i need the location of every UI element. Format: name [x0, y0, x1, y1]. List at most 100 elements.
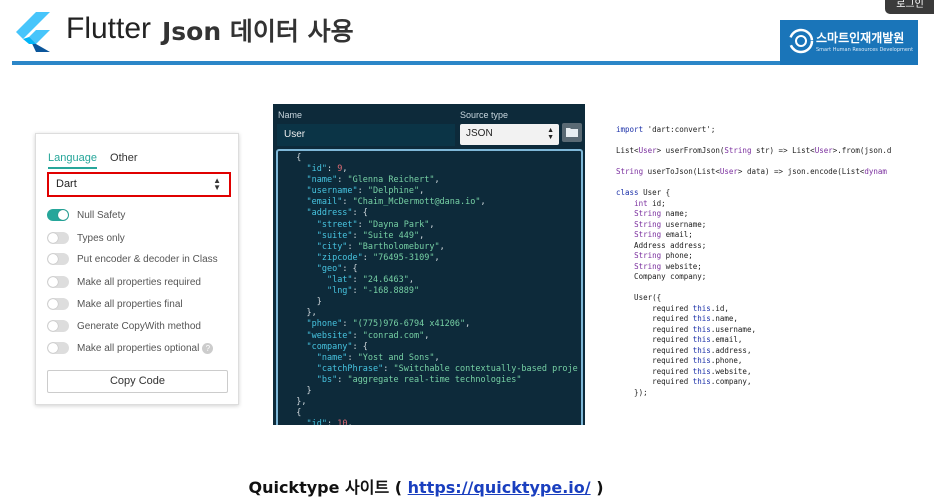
option-optional[interactable]: Make all properties optional ? — [47, 341, 214, 355]
json-editor-panel: Name Source type User JSON ▲ ▼ { "id": 9,… — [273, 104, 585, 425]
json-code-line: "catchPhrase": "Switchable contextually-… — [316, 363, 578, 374]
json-code-line: "username": "Delphine", — [306, 186, 425, 197]
option-label: Make all properties final — [77, 298, 183, 310]
toggle-switch[interactable] — [47, 209, 69, 221]
json-code-line: { — [286, 153, 302, 163]
toggle-switch[interactable] — [47, 342, 69, 354]
json-code-line: } — [286, 297, 322, 308]
toggle-switch[interactable] — [47, 232, 69, 244]
copy-code-button[interactable]: Copy Code — [47, 370, 228, 393]
tab-language[interactable]: Language — [48, 152, 97, 169]
json-code-line: "id": 9, — [306, 164, 348, 175]
option-label: Make all properties required — [77, 276, 201, 288]
source-type-label: Source type — [460, 110, 509, 120]
json-code-line: "website": "conrad.com", — [306, 330, 430, 341]
language-select[interactable]: Dart ▲ ▼ — [47, 172, 231, 197]
dart-code-line: required this.id, — [616, 303, 729, 313]
name-input[interactable]: User — [277, 124, 455, 146]
dart-code-line: int id; — [634, 198, 666, 208]
quicktype-link[interactable]: https://quicktype.io/ — [408, 478, 591, 497]
page-title: Json 데이터 사용 — [162, 17, 354, 46]
flutter-wordmark: Flutter — [66, 12, 152, 45]
brand-name: 스마트인재개발원 — [816, 31, 905, 45]
dart-code-line — [616, 157, 908, 168]
option-label: Generate CopyWith method — [77, 320, 201, 332]
open-file-button[interactable] — [562, 123, 582, 142]
json-code-line: "email": "Chaim_McDermott@dana.io", — [306, 197, 486, 208]
flutter-logo-icon — [16, 12, 50, 52]
dart-code-line: required this.email, — [616, 335, 743, 344]
json-code-line: }, — [286, 397, 307, 408]
dart-code-line: String phone; — [634, 251, 693, 260]
option-final[interactable]: Make all properties final — [47, 297, 183, 311]
name-label: Name — [278, 110, 303, 120]
json-code-line: "phone": "(775)976-6794 x41206", — [306, 319, 471, 330]
dart-code-line — [616, 283, 908, 294]
brand-subtitle: Smart Human Resources Development — [816, 47, 914, 53]
source-type-select[interactable]: JSON ▲ ▼ — [460, 124, 559, 145]
login-button[interactable]: 로그인 — [885, 0, 934, 14]
json-code-line: "geo": { — [316, 263, 358, 274]
dart-code-line: required this.name, — [616, 314, 738, 323]
help-icon[interactable]: ? — [202, 342, 214, 354]
json-code-line: "zipcode": "76495-3109", — [316, 252, 440, 263]
option-label: Types only — [77, 232, 125, 244]
dart-code-line: class User { — [616, 188, 671, 197]
option-types-only[interactable]: Types only — [47, 231, 125, 245]
caption-close: ) — [590, 478, 604, 497]
dart-code-line: String name; — [634, 209, 689, 218]
dart-code-line: User({ — [616, 293, 662, 302]
option-null-safety[interactable]: Null Safety — [47, 208, 125, 222]
toggle-switch[interactable] — [47, 298, 69, 310]
option-label: Make all properties optional — [77, 342, 200, 354]
json-code-line: "city": "Bartholomebury", — [316, 241, 445, 252]
option-required[interactable]: Make all properties required — [47, 275, 201, 289]
tab-other[interactable]: Other — [110, 152, 138, 167]
dart-code-line: Company company; — [616, 272, 707, 281]
json-code-line: } — [286, 385, 312, 396]
brand-logo: 스마트인재개발원 Smart Human Resources Developme… — [780, 20, 918, 65]
dart-code-line: required this.company, — [616, 377, 752, 386]
json-code-line: "name": "Yost and Sons", — [316, 352, 440, 363]
dart-code-line: String website; — [634, 261, 702, 271]
select-arrows-icon: ▲ ▼ — [213, 176, 221, 192]
toggle-switch[interactable] — [47, 320, 69, 332]
dart-code-line — [616, 136, 908, 147]
json-code-line: "bs": "aggregate real-time technologies" — [316, 374, 522, 385]
toggle-switch[interactable] — [47, 253, 69, 265]
option-label: Null Safety — [77, 209, 126, 221]
dart-code-line: import 'dart:convert'; — [616, 125, 716, 134]
json-code-line: "address": { — [306, 208, 368, 219]
dart-code-line: required this.phone, — [616, 356, 743, 365]
json-code-line: "lat": "24.6463", — [326, 275, 414, 286]
dart-output-panel: import 'dart:convert'; List<User> userFr… — [616, 125, 908, 415]
dart-code-line — [616, 178, 908, 189]
json-code-line: "lng": "-168.8889" — [326, 286, 420, 297]
dart-code-line: }); — [616, 387, 648, 397]
option-label: Put encoder & decoder in Class — [77, 253, 218, 265]
dart-code-line: required this.username, — [616, 324, 756, 334]
json-code-line: "name": "Glenna Reichert", — [306, 175, 440, 186]
caption-text: Quicktype 사이트 ( — [248, 478, 408, 497]
option-encoder-decoder[interactable]: Put encoder & decoder in Class — [47, 252, 218, 266]
folder-icon — [566, 128, 578, 137]
settings-tabs: Language Other — [48, 146, 146, 169]
json-code-line: { — [286, 408, 302, 419]
select-arrows-icon: ▲ ▼ — [547, 127, 554, 141]
option-copywith[interactable]: Generate CopyWith method — [47, 319, 201, 333]
dart-code-line: List<User> userFromJson(String str) => L… — [616, 146, 892, 155]
dart-code-line: required this.website, — [616, 366, 752, 376]
slide-caption: Quicktype 사이트 ( https://quicktype.io/ ) — [0, 474, 852, 498]
slide-header: Flutter Json 데이터 사용 스마트인재개발원 Smart Human… — [0, 0, 934, 66]
json-code-line: "company": { — [306, 341, 368, 352]
dart-code-line: String userToJson(List<User> data) => js… — [616, 167, 887, 176]
toggle-switch[interactable] — [47, 276, 69, 288]
settings-panel: Language Other Dart ▲ ▼ Null Safety Types… — [35, 133, 239, 405]
json-code-textarea[interactable]: { "id": 9, "name": "Glenna Reichert", "u… — [276, 149, 583, 425]
json-code-line: "suite": "Suite 449", — [316, 230, 425, 241]
dart-code-line: Address address; — [616, 240, 707, 250]
dart-code-line: String email; — [634, 230, 693, 239]
source-type-value: JSON — [466, 128, 493, 139]
json-code-line: "id": 10, — [306, 419, 353, 425]
dart-code-line: String username; — [634, 219, 707, 229]
